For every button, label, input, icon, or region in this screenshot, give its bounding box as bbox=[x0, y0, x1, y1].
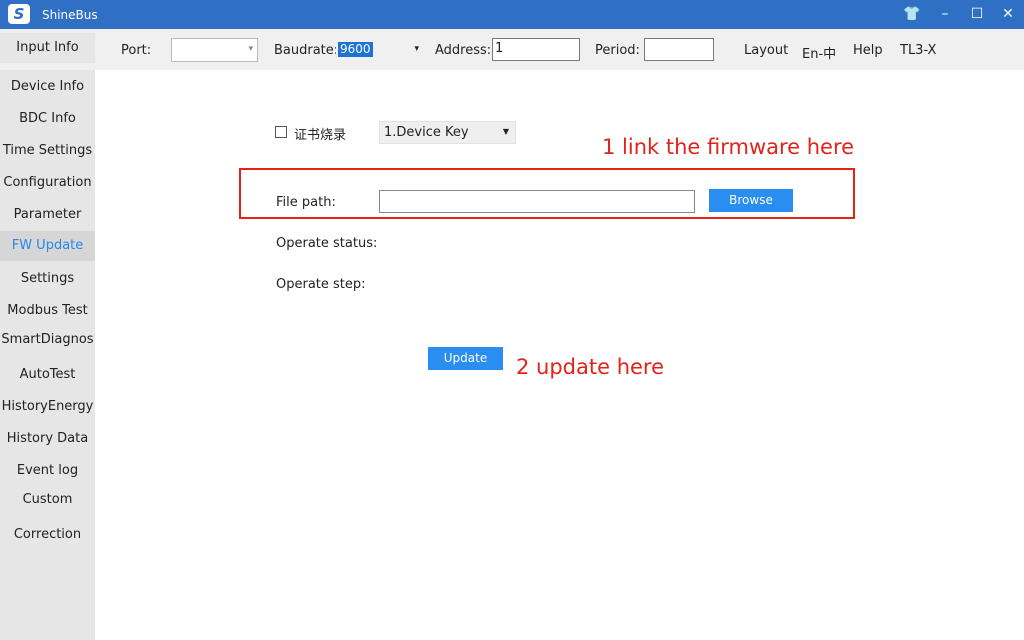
period-field[interactable] bbox=[644, 38, 714, 61]
address-field[interactable]: 1 bbox=[492, 38, 580, 61]
file-path-label: File path: bbox=[276, 195, 336, 210]
port-select[interactable]: ▾ bbox=[171, 38, 258, 62]
operate-step-label: Operate step: bbox=[276, 277, 366, 292]
sidebar-item-historyenergy[interactable]: HistoryEnergy bbox=[0, 393, 95, 421]
annotation-step-2: 2 update here bbox=[516, 355, 665, 379]
key-type-select[interactable]: 1.Device Key ▼ bbox=[379, 121, 516, 144]
sidebar-item-parameter[interactable]: Parameter bbox=[0, 201, 95, 229]
chevron-down-icon: ▼ bbox=[502, 127, 509, 136]
close-button[interactable]: ✕ bbox=[996, 4, 1020, 24]
sidebar-item-smartdiagnos[interactable]: SmartDiagnos bbox=[0, 326, 95, 354]
annotation-step-1: 1 link the firmware here bbox=[602, 135, 855, 159]
cert-checkbox[interactable] bbox=[275, 126, 287, 138]
sidebar-item-custom[interactable]: Custom bbox=[0, 486, 95, 514]
sidebar-item-settings[interactable]: Settings bbox=[0, 265, 95, 293]
browse-button[interactable]: Browse bbox=[709, 189, 793, 212]
operate-status-label: Operate status: bbox=[276, 236, 378, 251]
port-label: Port: bbox=[121, 43, 152, 58]
address-value: 1 bbox=[495, 41, 504, 56]
baudrate-label: Baudrate: bbox=[274, 43, 339, 58]
sidebar-item-autotest[interactable]: AutoTest bbox=[0, 361, 95, 389]
sidebar: Device Info BDC Info Time Settings Confi… bbox=[0, 70, 95, 640]
sidebar-item-fw-update[interactable]: FW Update bbox=[0, 231, 95, 261]
language-link[interactable]: En-中 bbox=[802, 43, 836, 62]
app-logo-icon: S bbox=[8, 4, 30, 24]
toolbar: Port: ▾ Baudrate: 9600 ▾ Address: 1 Peri… bbox=[0, 29, 1024, 70]
address-label: Address: bbox=[435, 43, 492, 58]
sidebar-item-history-data[interactable]: History Data bbox=[0, 425, 95, 453]
layout-link[interactable]: Layout bbox=[744, 43, 788, 58]
sidebar-item-bdc-info[interactable]: BDC Info bbox=[0, 105, 95, 133]
chevron-down-icon: ▾ bbox=[414, 44, 419, 54]
title-bar: S ShineBus 👕 – ☐ ✕ bbox=[0, 0, 1024, 29]
model-link[interactable]: TL3-X bbox=[900, 43, 936, 58]
skin-icon[interactable]: 👕 bbox=[900, 4, 924, 24]
file-path-input[interactable] bbox=[379, 190, 695, 213]
sidebar-item-configuration[interactable]: Configuration bbox=[0, 169, 95, 197]
sidebar-item-device-info[interactable]: Device Info bbox=[0, 73, 95, 101]
sidebar-item-time-settings[interactable]: Time Settings bbox=[0, 137, 95, 165]
key-type-value: 1.Device Key bbox=[384, 125, 469, 140]
maximize-button[interactable]: ☐ bbox=[965, 4, 989, 24]
baudrate-value: 9600 bbox=[338, 42, 373, 57]
sidebar-item-correction[interactable]: Correction bbox=[0, 521, 95, 549]
baudrate-select[interactable]: 9600 ▾ bbox=[336, 39, 423, 61]
sidebar-item-modbus-test[interactable]: Modbus Test bbox=[0, 297, 95, 325]
minimize-button[interactable]: – bbox=[933, 4, 957, 24]
chevron-down-icon: ▾ bbox=[248, 44, 253, 54]
tab-input-info[interactable]: Input Info bbox=[0, 33, 95, 63]
help-link[interactable]: Help bbox=[853, 43, 883, 58]
cert-checkbox-label: 证书烧录 bbox=[294, 128, 347, 143]
app-title: ShineBus bbox=[42, 8, 98, 22]
sidebar-item-event-log[interactable]: Event log bbox=[0, 457, 95, 485]
period-label: Period: bbox=[595, 43, 640, 58]
update-button[interactable]: Update bbox=[428, 347, 503, 370]
